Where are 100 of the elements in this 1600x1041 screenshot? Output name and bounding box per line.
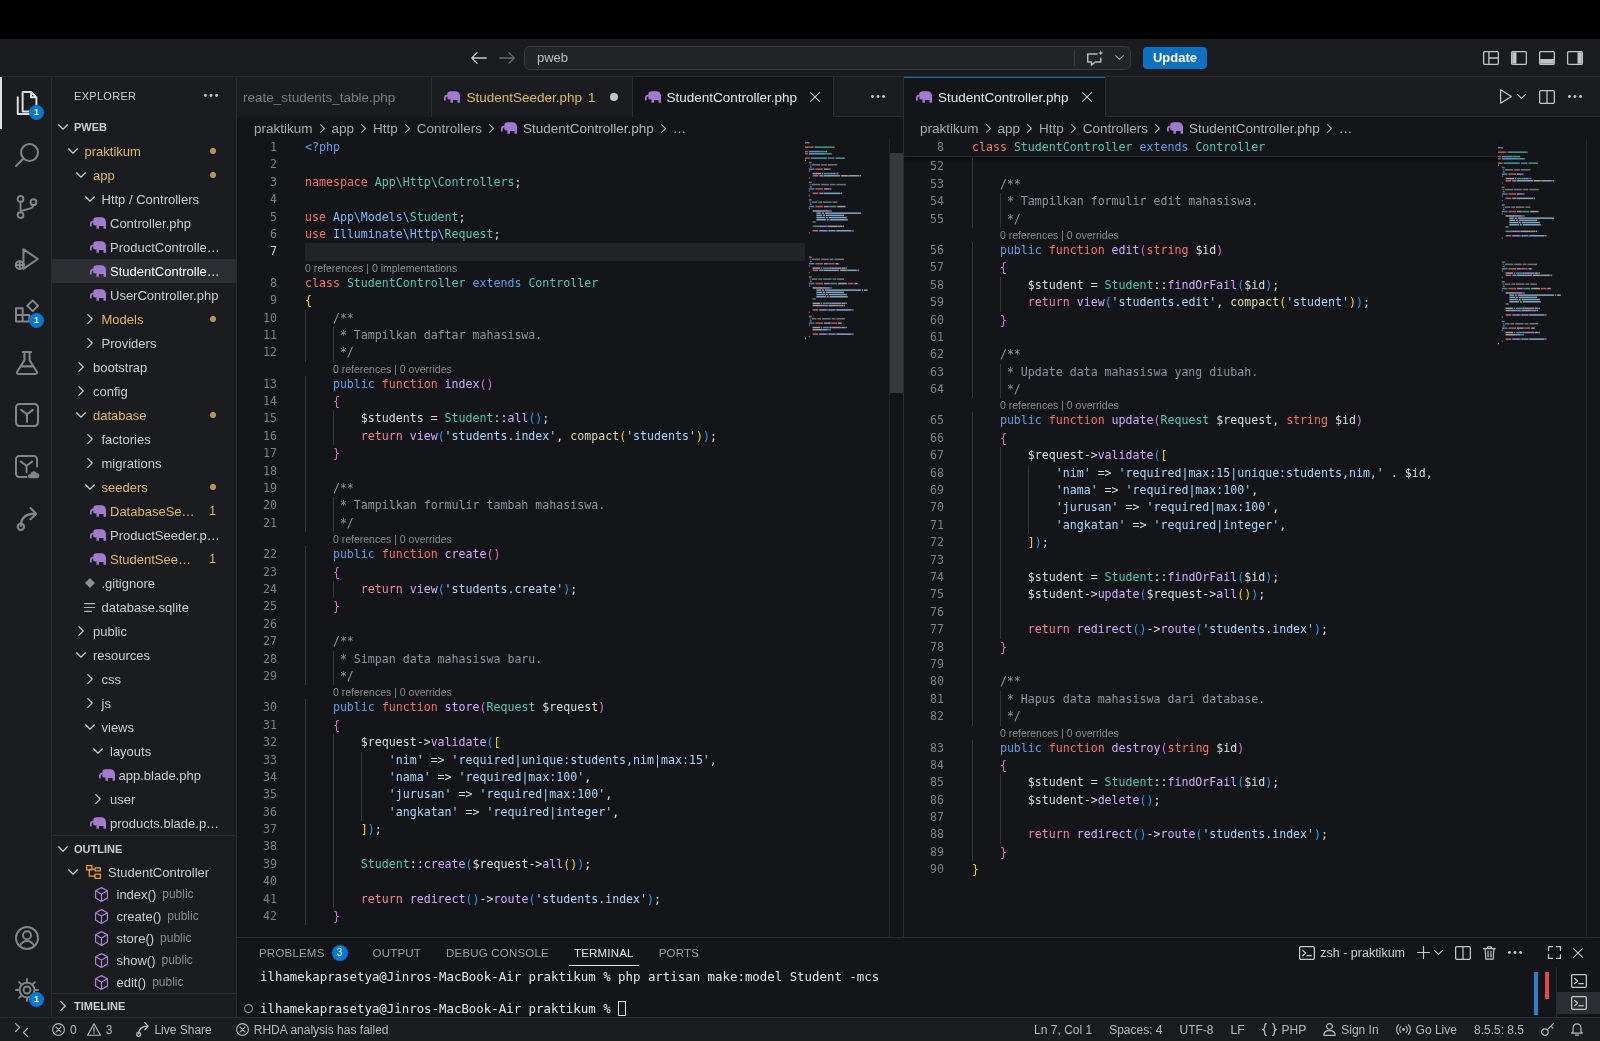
back-arrow-icon[interactable] — [471, 51, 487, 64]
bell-icon[interactable] — [1571, 1023, 1583, 1036]
editor-tab[interactable]: StudentSeeder.php 1 — [432, 77, 633, 117]
codelens[interactable]: 0 references | 0 overrides — [999, 726, 1119, 739]
split-icon[interactable] — [1455, 945, 1471, 960]
more-icon[interactable] — [1508, 951, 1522, 954]
close-icon[interactable] — [810, 92, 821, 102]
outline-item[interactable]: StudentController — [52, 861, 236, 883]
tree-item[interactable]: migrations — [52, 451, 236, 475]
tree-item[interactable]: config — [52, 379, 236, 403]
tree-item[interactable]: DatabaseSe… 1 — [52, 499, 236, 523]
sidebar-right-icon[interactable] — [1567, 50, 1583, 65]
tree-item[interactable]: UserController.php — [52, 283, 236, 307]
key-icon[interactable] — [1541, 1023, 1554, 1036]
remote-icon[interactable] — [15, 1022, 28, 1037]
tree-item[interactable]: app — [52, 163, 236, 187]
panel-tab[interactable]: DEBUG CONSOLE — [441, 939, 554, 966]
terminal-title[interactable]: zsh - praktikum — [1320, 945, 1405, 960]
tree-item[interactable]: ProductControlle… — [52, 235, 236, 259]
section-header[interactable]: PWEB — [52, 114, 236, 139]
breadcrumb-item[interactable]: StudentController.php — [501, 120, 654, 136]
panel-tab[interactable]: TERMINAL — [568, 939, 639, 966]
breadcrumb-item[interactable]: praktikum — [920, 120, 979, 136]
codelens[interactable]: 0 references | 0 overrides — [999, 399, 1119, 412]
status-item[interactable]: LF — [1226, 1022, 1249, 1037]
panel-icon[interactable] — [1539, 50, 1555, 65]
more-icon[interactable] — [1568, 95, 1582, 98]
codelens[interactable]: 0 references | 0 overrides — [332, 362, 452, 375]
status-item[interactable]: PHP — [1257, 1022, 1311, 1037]
tree-item[interactable]: js — [52, 691, 236, 715]
status-item[interactable]: UTF-8 — [1175, 1022, 1218, 1037]
breadcrumb-item[interactable]: Controllers — [416, 120, 483, 136]
breadcrumb-item[interactable]: praktikum — [254, 120, 313, 136]
breadcrumb-item[interactable]: app — [997, 120, 1021, 136]
close-icon[interactable] — [1081, 92, 1092, 102]
codelens[interactable]: 0 references | 0 overrides — [999, 228, 1119, 241]
split-icon[interactable] — [1539, 89, 1555, 104]
tree-item[interactable]: praktikum — [52, 139, 236, 163]
more-icon[interactable] — [204, 94, 218, 97]
forward-arrow-icon[interactable] — [499, 51, 515, 64]
editor-tab[interactable]: StudentController.php — [632, 77, 835, 117]
tree-item[interactable]: database — [52, 403, 236, 427]
plus-icon[interactable] — [1417, 946, 1430, 959]
activity-button[interactable]: 1 — [0, 964, 51, 1016]
status-item[interactable]: 8.5.5: 8.5 — [1469, 1022, 1528, 1037]
tree-item[interactable]: public — [52, 619, 236, 643]
outline-item[interactable]: create() public — [52, 905, 236, 927]
editor-tab[interactable]: StudentController.php — [904, 77, 1106, 117]
terminal-tab[interactable] — [1557, 992, 1600, 1014]
tree-item[interactable]: StudentControlle… — [52, 259, 236, 283]
minimap[interactable] — [805, 142, 868, 340]
status-item[interactable]: Sign In — [1319, 1022, 1383, 1037]
tree-item[interactable]: Models — [52, 307, 236, 331]
breadcrumb-item[interactable]: Http — [1039, 120, 1064, 136]
update-button[interactable]: Update — [1143, 46, 1207, 69]
panel-tab[interactable]: OUTPUT — [367, 939, 426, 966]
codelens[interactable]: 0 references | 0 overrides — [332, 686, 452, 699]
status-item[interactable]: Go Live — [1391, 1022, 1461, 1037]
tree-item[interactable]: css — [52, 667, 236, 691]
search-field[interactable]: pweb — [524, 45, 1131, 70]
tree-item[interactable]: Http / Controllers — [52, 187, 236, 211]
status-item[interactable]: Spaces: 4 — [1105, 1022, 1167, 1037]
caret-icon[interactable] — [1434, 950, 1443, 955]
tree-item[interactable]: products.blade.p… — [52, 811, 236, 835]
tree-item[interactable]: app.blade.php — [52, 763, 236, 787]
breadcrumb-item[interactable]: StudentController.php — [1167, 120, 1320, 136]
tree-item[interactable]: user — [52, 787, 236, 811]
chat-sparkle-icon[interactable] — [1087, 49, 1104, 66]
more-icon[interactable] — [871, 95, 885, 98]
tree-item[interactable]: .gitignore — [52, 571, 236, 595]
tree-item[interactable]: bootstrap — [52, 355, 236, 379]
panel-tab[interactable]: PROBLEMS 3 — [254, 939, 353, 966]
breadcrumb-item[interactable]: Controllers — [1082, 120, 1149, 136]
trash-icon[interactable] — [1483, 945, 1496, 960]
outline-item[interactable]: show() public — [52, 949, 236, 971]
breadcrumb-item[interactable]: … — [1338, 120, 1353, 136]
tree-item[interactable]: resources — [52, 643, 236, 667]
breadcrumb-item[interactable]: … — [672, 120, 687, 136]
status-item[interactable]: RHDA analysis has failed — [231, 1022, 393, 1037]
codelens[interactable]: 0 references | 0 overrides — [332, 533, 452, 546]
layout-icon[interactable] — [1483, 50, 1499, 65]
breadcrumb-item[interactable]: Http — [373, 120, 398, 136]
tree-item[interactable]: database.sqlite — [52, 595, 236, 619]
tree-item[interactable]: Controller.php — [52, 211, 236, 235]
tree-item[interactable]: factories — [52, 427, 236, 451]
caret-icon[interactable] — [1115, 55, 1124, 60]
codelens[interactable]: 0 references | 0 implementations — [305, 261, 458, 274]
tree-item[interactable]: Providers — [52, 331, 236, 355]
close-icon[interactable] — [1573, 947, 1583, 958]
panel-tab[interactable]: PORTS — [653, 939, 705, 966]
outline-item[interactable]: edit() public — [52, 971, 236, 993]
status-item[interactable]: Ln 7, Col 1 — [1030, 1022, 1097, 1037]
tree-item[interactable]: StudentSee… 1 — [52, 547, 236, 571]
tree-item[interactable]: seeders — [52, 475, 236, 499]
play-icon[interactable] — [1500, 89, 1512, 104]
activity-button[interactable]: 1 — [0, 285, 51, 337]
scrollbar-thumb[interactable] — [890, 153, 903, 393]
caret-icon[interactable] — [1517, 94, 1526, 99]
outline-item[interactable]: store() public — [52, 927, 236, 949]
outline-item[interactable]: index() public — [52, 883, 236, 905]
